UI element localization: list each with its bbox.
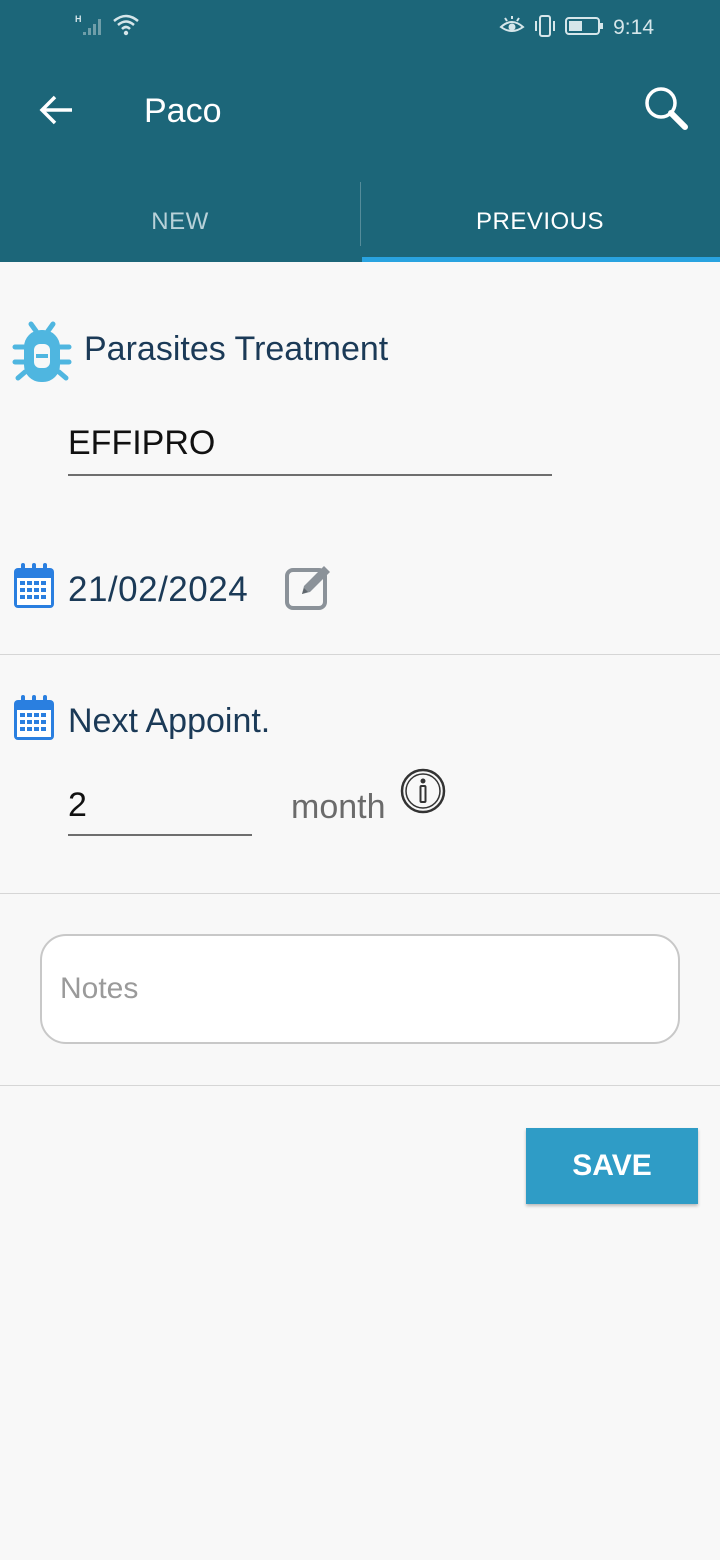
wifi-icon: [112, 13, 140, 41]
status-time: 9:14: [613, 16, 654, 39]
status-right-group: 9:14: [499, 14, 654, 42]
search-button[interactable]: [640, 84, 692, 136]
calendar-icon: [12, 562, 56, 614]
eye-icon: [499, 15, 525, 41]
notes-input[interactable]: [40, 934, 680, 1044]
tab-indicator: [362, 257, 720, 262]
divider: [0, 654, 720, 655]
page-title: Paco: [144, 92, 222, 130]
divider: [0, 1085, 720, 1086]
save-button[interactable]: SAVE: [526, 1128, 698, 1204]
tab-new[interactable]: NEW: [0, 182, 360, 262]
next-appointment-title: Next Appoint.: [68, 702, 271, 740]
edit-icon[interactable]: [284, 562, 334, 616]
tab-divider: [360, 182, 361, 246]
signal-icon: H: [74, 13, 104, 41]
search-icon: [641, 83, 691, 137]
vibrate-icon: [533, 14, 557, 42]
treatment-title: Parasites Treatment: [84, 330, 389, 368]
bug-icon: [12, 320, 72, 390]
svg-text:H: H: [75, 14, 82, 24]
info-icon[interactable]: [400, 768, 446, 814]
date-value[interactable]: 21/02/2024: [68, 570, 248, 610]
calendar-icon: [12, 694, 56, 746]
tab-previous[interactable]: PREVIOUS: [360, 182, 720, 262]
battery-icon: [565, 15, 605, 41]
back-button[interactable]: [32, 88, 80, 136]
appointment-interval-field[interactable]: 2: [68, 786, 252, 836]
appointment-unit: month: [291, 788, 386, 826]
status-bar: H 9:14: [0, 0, 720, 56]
arrow-left-icon: [36, 90, 76, 134]
treatment-field[interactable]: EFFIPRO: [68, 424, 552, 476]
status-left-group: H: [74, 14, 140, 40]
divider: [0, 893, 720, 894]
